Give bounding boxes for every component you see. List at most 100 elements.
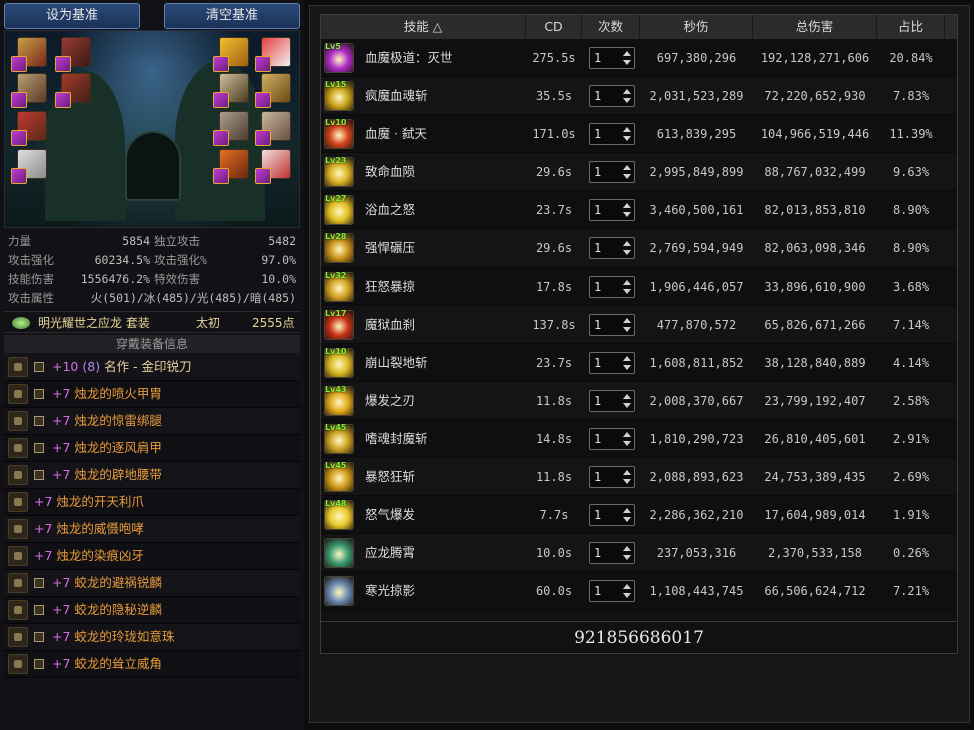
increment-arrow-icon[interactable] bbox=[623, 241, 631, 247]
equipment-item[interactable]: +7 烛龙的染痕凶牙 bbox=[4, 543, 300, 570]
equip-slot-icon[interactable] bbox=[11, 73, 47, 108]
count-value[interactable]: 1 bbox=[594, 165, 601, 179]
header-cd[interactable]: CD bbox=[526, 15, 582, 39]
count-stepper[interactable]: 1 bbox=[589, 427, 635, 450]
equip-slot-icon[interactable] bbox=[213, 111, 249, 146]
count-stepper[interactable]: 1 bbox=[589, 47, 635, 69]
count-value[interactable]: 1 bbox=[594, 470, 601, 484]
decrement-arrow-icon[interactable] bbox=[623, 555, 631, 561]
spinner-arrows-icon[interactable] bbox=[623, 203, 631, 218]
increment-arrow-icon[interactable] bbox=[623, 317, 631, 323]
increment-arrow-icon[interactable] bbox=[623, 393, 631, 399]
equipment-item[interactable]: +7 蛟龙的隐秘逆麟 bbox=[4, 597, 300, 624]
equip-slot-icon[interactable] bbox=[11, 37, 47, 72]
count-stepper[interactable]: 1 bbox=[589, 351, 635, 374]
count-stepper[interactable]: 1 bbox=[589, 580, 635, 603]
equipment-item[interactable]: +7 烛龙的辟地腰带 bbox=[4, 462, 300, 489]
decrement-arrow-icon[interactable] bbox=[623, 212, 631, 218]
equip-slot-icon[interactable] bbox=[213, 149, 249, 184]
equip-slot-icon[interactable] bbox=[255, 73, 291, 108]
increment-arrow-icon[interactable] bbox=[623, 355, 631, 361]
decrement-arrow-icon[interactable] bbox=[623, 402, 631, 408]
count-stepper[interactable]: 1 bbox=[589, 237, 635, 260]
spinner-arrows-icon[interactable] bbox=[623, 393, 631, 408]
decrement-arrow-icon[interactable] bbox=[623, 593, 631, 599]
count-value[interactable]: 1 bbox=[594, 584, 601, 598]
count-stepper[interactable]: 1 bbox=[589, 542, 635, 565]
count-value[interactable]: 1 bbox=[594, 127, 601, 141]
decrement-arrow-icon[interactable] bbox=[623, 440, 631, 446]
count-stepper[interactable]: 1 bbox=[589, 275, 635, 298]
count-value[interactable]: 1 bbox=[594, 432, 601, 446]
count-stepper[interactable]: 1 bbox=[589, 161, 635, 184]
spinner-arrows-icon[interactable] bbox=[623, 584, 631, 599]
equipment-item[interactable]: +7 烛龙的威慑咆哮 bbox=[4, 516, 300, 543]
increment-arrow-icon[interactable] bbox=[623, 431, 631, 437]
equipment-item[interactable]: +7 蛟龙的玲珑如意珠 bbox=[4, 624, 300, 651]
count-stepper[interactable]: 1 bbox=[589, 313, 635, 336]
clear-baseline-button[interactable]: 清空基准 bbox=[164, 3, 300, 29]
set-baseline-button[interactable]: 设为基准 bbox=[4, 3, 140, 29]
equipment-item[interactable]: +7 蛟龙的避祸锐麟 bbox=[4, 570, 300, 597]
increment-arrow-icon[interactable] bbox=[623, 165, 631, 171]
spinner-arrows-icon[interactable] bbox=[623, 89, 631, 104]
increment-arrow-icon[interactable] bbox=[623, 89, 631, 95]
spinner-arrows-icon[interactable] bbox=[623, 355, 631, 370]
equipment-item[interactable]: +10 (8) 名作 - 金印锐刀 bbox=[4, 354, 300, 381]
increment-arrow-icon[interactable] bbox=[623, 127, 631, 133]
equipment-item[interactable]: +7 蛟龙的耸立威角 bbox=[4, 651, 300, 678]
count-value[interactable]: 1 bbox=[594, 280, 601, 294]
spinner-arrows-icon[interactable] bbox=[623, 431, 631, 446]
decrement-arrow-icon[interactable] bbox=[623, 250, 631, 256]
equip-slot-icon[interactable] bbox=[55, 37, 91, 72]
count-stepper[interactable]: 1 bbox=[589, 389, 635, 412]
spinner-arrows-icon[interactable] bbox=[623, 241, 631, 256]
count-value[interactable]: 1 bbox=[594, 508, 601, 522]
count-value[interactable]: 1 bbox=[594, 51, 601, 65]
header-dps[interactable]: 秒伤 bbox=[640, 15, 753, 39]
increment-arrow-icon[interactable] bbox=[623, 51, 631, 56]
spinner-arrows-icon[interactable] bbox=[623, 127, 631, 142]
spinner-arrows-icon[interactable] bbox=[623, 508, 631, 523]
decrement-arrow-icon[interactable] bbox=[623, 326, 631, 332]
equipment-item[interactable]: +7 烛龙的惊雷绑腿 bbox=[4, 408, 300, 435]
decrement-arrow-icon[interactable] bbox=[623, 98, 631, 104]
count-stepper[interactable]: 1 bbox=[589, 466, 635, 489]
equip-slot-icon[interactable] bbox=[213, 73, 249, 108]
equip-slot-icon[interactable] bbox=[213, 37, 249, 72]
count-stepper[interactable]: 1 bbox=[589, 123, 635, 146]
spinner-arrows-icon[interactable] bbox=[623, 546, 631, 561]
header-count[interactable]: 次数 bbox=[582, 15, 640, 39]
spinner-arrows-icon[interactable] bbox=[623, 470, 631, 485]
equip-slot-icon[interactable] bbox=[255, 111, 291, 146]
count-value[interactable]: 1 bbox=[594, 394, 601, 408]
increment-arrow-icon[interactable] bbox=[623, 546, 631, 552]
increment-arrow-icon[interactable] bbox=[623, 203, 631, 209]
header-total[interactable]: 总伤害 bbox=[753, 15, 877, 39]
decrement-arrow-icon[interactable] bbox=[623, 517, 631, 523]
header-skill[interactable]: 技能 △ bbox=[321, 15, 526, 39]
decrement-arrow-icon[interactable] bbox=[623, 174, 631, 180]
count-value[interactable]: 1 bbox=[594, 241, 601, 255]
equipment-item[interactable]: +7 烛龙的喷火甲胄 bbox=[4, 381, 300, 408]
decrement-arrow-icon[interactable] bbox=[623, 60, 631, 65]
spinner-arrows-icon[interactable] bbox=[623, 317, 631, 332]
equip-slot-icon[interactable] bbox=[11, 149, 47, 184]
count-value[interactable]: 1 bbox=[594, 356, 601, 370]
equip-slot-icon[interactable] bbox=[55, 73, 91, 108]
decrement-arrow-icon[interactable] bbox=[623, 364, 631, 370]
equip-slot-icon[interactable] bbox=[11, 111, 47, 146]
count-value[interactable]: 1 bbox=[594, 203, 601, 217]
count-stepper[interactable]: 1 bbox=[589, 199, 635, 222]
increment-arrow-icon[interactable] bbox=[623, 508, 631, 514]
decrement-arrow-icon[interactable] bbox=[623, 136, 631, 142]
count-value[interactable]: 1 bbox=[594, 318, 601, 332]
spinner-arrows-icon[interactable] bbox=[623, 279, 631, 294]
increment-arrow-icon[interactable] bbox=[623, 470, 631, 476]
count-value[interactable]: 1 bbox=[594, 89, 601, 103]
count-stepper[interactable]: 1 bbox=[589, 504, 635, 527]
count-value[interactable]: 1 bbox=[594, 546, 601, 560]
increment-arrow-icon[interactable] bbox=[623, 279, 631, 285]
equip-slot-icon[interactable] bbox=[255, 149, 291, 184]
increment-arrow-icon[interactable] bbox=[623, 584, 631, 590]
